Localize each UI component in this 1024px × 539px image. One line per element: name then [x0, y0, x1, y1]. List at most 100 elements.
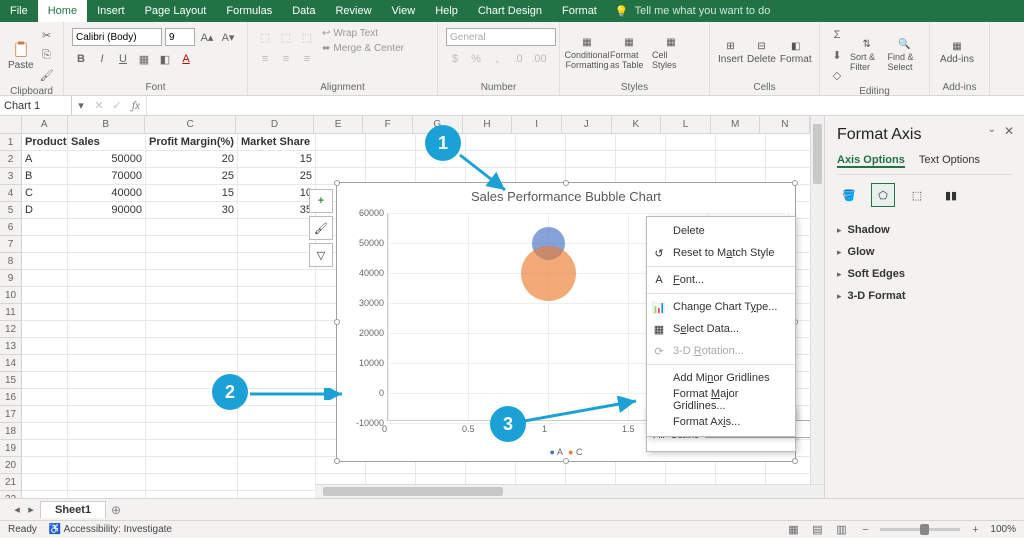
find-select-button[interactable]: 🔍Find & Select [888, 39, 922, 72]
pane-options-icon[interactable]: ⌄ [988, 124, 996, 135]
view-page-layout-icon[interactable]: ▤ [808, 521, 826, 539]
italic-button[interactable]: I [93, 50, 111, 68]
delete-cells-button[interactable]: ⊟Delete [747, 41, 776, 65]
cell[interactable] [666, 151, 716, 168]
tab-format[interactable]: Format [552, 0, 607, 22]
cell[interactable]: 10 [238, 185, 316, 202]
row-header[interactable]: 6 [0, 219, 22, 236]
cell[interactable] [146, 355, 238, 372]
cell[interactable] [22, 219, 68, 236]
cell[interactable] [22, 372, 68, 389]
cell[interactable] [68, 253, 146, 270]
align-center-icon[interactable]: ≡ [277, 50, 295, 68]
col-header[interactable]: E [314, 116, 364, 134]
cell[interactable] [146, 491, 238, 498]
row-header[interactable]: 7 [0, 236, 22, 253]
col-header[interactable]: I [512, 116, 562, 134]
pane-icon-axis[interactable]: ▮▮ [939, 183, 963, 207]
col-header[interactable]: M [711, 116, 761, 134]
row-header[interactable]: 18 [0, 423, 22, 440]
format-painter-icon[interactable]: 🖌 [38, 66, 56, 84]
cell[interactable]: 15 [146, 185, 238, 202]
menu-change-chart-type[interactable]: 📊Change Chart Type... [647, 296, 795, 318]
fill-color-button[interactable]: ◧ [156, 50, 174, 68]
cell[interactable] [238, 304, 316, 321]
horizontal-scrollbar[interactable] [315, 484, 824, 498]
cell[interactable] [146, 236, 238, 253]
align-middle-icon[interactable]: ⬚ [277, 28, 295, 46]
chart-filters-button[interactable]: ▽ [309, 243, 333, 267]
underline-button[interactable]: U [114, 50, 132, 68]
row-header[interactable]: 3 [0, 168, 22, 185]
format-cells-button[interactable]: ◧Format [780, 41, 812, 65]
namebox-dropdown-icon[interactable]: ▾ [72, 97, 90, 115]
row-header[interactable]: 13 [0, 338, 22, 355]
cell[interactable] [22, 423, 68, 440]
zoom-in-button[interactable]: + [966, 521, 984, 539]
pane-icon-effects[interactable]: ⬠ [871, 183, 895, 207]
cell[interactable] [22, 389, 68, 406]
tab-insert[interactable]: Insert [87, 0, 135, 22]
cell[interactable] [22, 236, 68, 253]
cell[interactable]: 70000 [68, 168, 146, 185]
tab-data[interactable]: Data [282, 0, 325, 22]
cell[interactable] [68, 423, 146, 440]
tab-page-layout[interactable]: Page Layout [135, 0, 217, 22]
decrease-font-icon[interactable]: A▾ [219, 28, 237, 46]
cell[interactable] [68, 457, 146, 474]
cell[interactable]: 25 [238, 168, 316, 185]
tab-file[interactable]: File [0, 0, 38, 22]
cell[interactable] [22, 457, 68, 474]
cell[interactable] [616, 134, 666, 151]
cell[interactable] [366, 151, 416, 168]
cell[interactable] [146, 423, 238, 440]
zoom-level[interactable]: 100% [990, 524, 1016, 535]
align-left-icon[interactable]: ≡ [256, 50, 274, 68]
cell[interactable] [22, 440, 68, 457]
cell[interactable] [516, 151, 566, 168]
paste-button[interactable]: Paste [8, 40, 34, 71]
row-header[interactable]: 8 [0, 253, 22, 270]
name-box[interactable]: Chart 1 [0, 96, 72, 115]
cell[interactable] [466, 134, 516, 151]
percent-icon[interactable]: % [467, 50, 485, 68]
col-header[interactable]: F [363, 116, 413, 134]
cell[interactable]: A [22, 151, 68, 168]
cell[interactable] [238, 423, 316, 440]
add-sheet-button[interactable]: ⊕ [106, 503, 126, 517]
cell[interactable] [68, 287, 146, 304]
row-header[interactable]: 1 [0, 134, 22, 151]
cell[interactable] [766, 134, 816, 151]
chart-title[interactable]: Sales Performance Bubble Chart [337, 189, 795, 204]
copy-icon[interactable]: ⎘ [38, 46, 56, 64]
cell[interactable] [238, 406, 316, 423]
cell[interactable]: D [22, 202, 68, 219]
cell[interactable]: B [22, 168, 68, 185]
increase-font-icon[interactable]: A▴ [198, 28, 216, 46]
merge-center-button[interactable]: ⬌Merge & Center [322, 43, 404, 54]
row-header[interactable]: 2 [0, 151, 22, 168]
chart-styles-button[interactable]: 🖌 [309, 216, 333, 240]
cell[interactable] [146, 219, 238, 236]
cell[interactable] [666, 134, 716, 151]
cell[interactable]: C [22, 185, 68, 202]
decrease-decimal-icon[interactable]: .00 [530, 50, 548, 68]
pane-tab-axis-options[interactable]: Axis Options [837, 154, 905, 168]
cell[interactable] [68, 389, 146, 406]
cell[interactable] [146, 304, 238, 321]
col-header[interactable]: B [68, 116, 145, 134]
row-header[interactable]: 17 [0, 406, 22, 423]
cell[interactable] [22, 406, 68, 423]
cell[interactable] [238, 355, 316, 372]
cell[interactable] [238, 338, 316, 355]
col-header[interactable]: D [236, 116, 313, 134]
autosum-icon[interactable]: Σ [828, 26, 846, 44]
cell-styles-button[interactable]: ▦Cell Styles [652, 37, 690, 70]
cell[interactable] [22, 355, 68, 372]
cell[interactable] [516, 134, 566, 151]
section-soft-edges[interactable]: Soft Edges [837, 263, 1012, 285]
number-format-select[interactable] [446, 28, 556, 46]
addins-button[interactable]: ▦Add-ins [938, 41, 976, 65]
cell[interactable]: Profit Margin(%) [146, 134, 238, 151]
cell[interactable] [238, 236, 316, 253]
